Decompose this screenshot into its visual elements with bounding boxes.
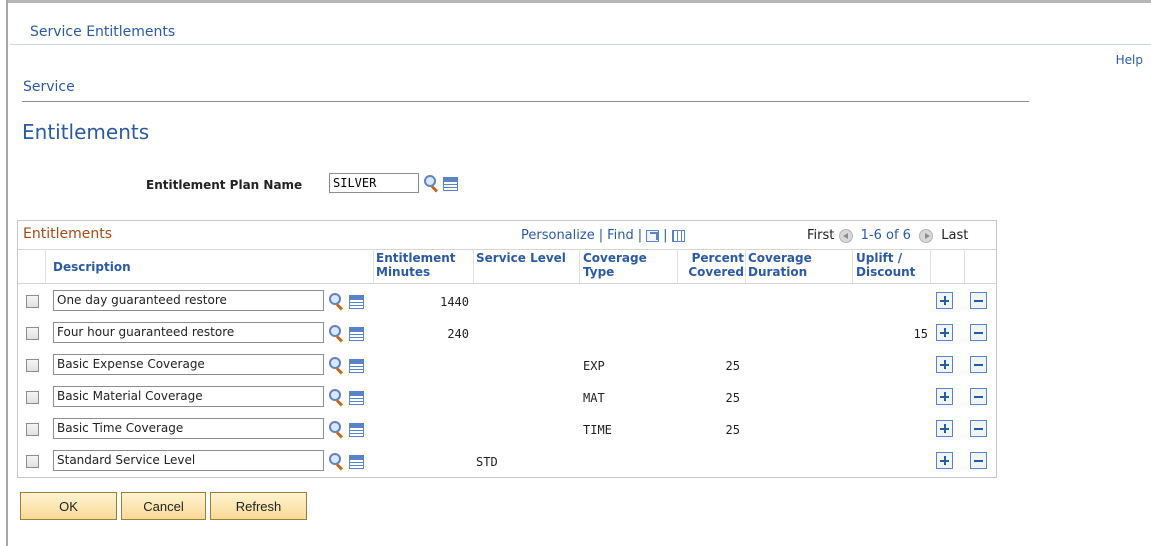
row-percent-covered: 25 bbox=[725, 391, 740, 405]
grid-column-headers: Description Entitlement Minutes Service … bbox=[18, 249, 996, 284]
col-entitlement-minutes[interactable]: Entitlement Minutes bbox=[376, 251, 472, 279]
table-row: Basic Expense Coverage EXP 25 bbox=[18, 350, 996, 382]
delete-row-button[interactable] bbox=[970, 324, 987, 341]
col-percent-covered[interactable]: Percent Covered bbox=[680, 251, 744, 279]
grid-navigation: First 1-6 of 6 Last bbox=[807, 228, 968, 243]
entitlement-plan-input[interactable] bbox=[329, 173, 419, 193]
download-grid-icon[interactable] bbox=[671, 229, 685, 242]
nav-count: 1-6 of 6 bbox=[860, 228, 911, 243]
row-minutes: 240 bbox=[447, 327, 469, 341]
grid-header: Entitlements Personalize | Find | | First 1-… bbox=[18, 221, 996, 250]
grid-toolbar: Personalize | Find | | bbox=[521, 228, 685, 243]
row-description-input[interactable]: Four hour guaranteed restore bbox=[53, 322, 324, 343]
table-row: Basic Material Coverage MAT 25 bbox=[18, 382, 996, 414]
find-link[interactable]: Find bbox=[607, 228, 634, 243]
description-calendar-icon[interactable] bbox=[349, 359, 364, 373]
description-calendar-icon[interactable] bbox=[349, 391, 364, 405]
entitlement-plan-label: Entitlement Plan Name bbox=[146, 178, 303, 192]
nav-prev-icon[interactable] bbox=[838, 228, 853, 243]
delete-row-button[interactable] bbox=[970, 388, 987, 405]
refresh-button[interactable]: Refresh bbox=[210, 492, 307, 520]
row-uplift: 15 bbox=[913, 327, 928, 341]
nav-next-icon[interactable] bbox=[919, 228, 934, 243]
row-select-checkbox[interactable] bbox=[26, 295, 39, 308]
help-link[interactable]: Help bbox=[1116, 53, 1143, 67]
table-row: Basic Time Coverage TIME 25 bbox=[18, 414, 996, 446]
plan-lookup-icon[interactable] bbox=[424, 175, 439, 193]
col-uplift-discount[interactable]: Uplift / Discount bbox=[856, 251, 928, 279]
description-calendar-icon[interactable] bbox=[349, 295, 364, 309]
row-select-checkbox[interactable] bbox=[26, 455, 39, 468]
table-row: Four hour guaranteed restore 240 15 bbox=[18, 318, 996, 350]
delete-row-button[interactable] bbox=[970, 356, 987, 373]
page-title: Entitlements bbox=[22, 120, 150, 144]
row-select-checkbox[interactable] bbox=[26, 327, 39, 340]
description-lookup-icon[interactable] bbox=[329, 421, 344, 439]
description-calendar-icon[interactable] bbox=[349, 423, 364, 437]
row-select-checkbox[interactable] bbox=[26, 423, 39, 436]
description-lookup-icon[interactable] bbox=[329, 389, 344, 407]
row-coverage-type: EXP bbox=[583, 359, 605, 373]
row-percent-covered: 25 bbox=[725, 423, 740, 437]
row-percent-covered: 25 bbox=[725, 359, 740, 373]
grid-title: Entitlements bbox=[23, 226, 112, 242]
add-row-button[interactable] bbox=[936, 356, 953, 373]
row-service-level: STD bbox=[476, 455, 498, 469]
col-coverage-type[interactable]: Coverage Type bbox=[583, 251, 667, 279]
page-header: Service Entitlements bbox=[10, 3, 1151, 45]
ok-button[interactable]: OK bbox=[20, 492, 117, 520]
description-lookup-icon[interactable] bbox=[329, 453, 344, 471]
personalize-link[interactable]: Personalize bbox=[521, 228, 595, 243]
row-description-input[interactable]: Standard Service Level bbox=[53, 450, 324, 471]
section-divider bbox=[22, 101, 1029, 102]
col-description[interactable]: Description bbox=[53, 260, 131, 274]
row-description-input[interactable]: Basic Material Coverage bbox=[53, 386, 324, 407]
add-row-button[interactable] bbox=[936, 324, 953, 341]
description-lookup-icon[interactable] bbox=[329, 293, 344, 311]
delete-row-button[interactable] bbox=[970, 292, 987, 309]
view-all-icon[interactable] bbox=[646, 229, 660, 242]
nav-first[interactable]: First bbox=[807, 228, 834, 243]
col-coverage-duration[interactable]: Coverage Duration bbox=[748, 251, 844, 279]
row-coverage-type: MAT bbox=[583, 391, 605, 405]
row-coverage-type: TIME bbox=[583, 423, 612, 437]
add-row-button[interactable] bbox=[936, 388, 953, 405]
row-select-checkbox[interactable] bbox=[26, 391, 39, 404]
window-left-border bbox=[0, 0, 8, 546]
row-description-input[interactable]: Basic Expense Coverage bbox=[53, 354, 324, 375]
description-calendar-icon[interactable] bbox=[349, 455, 364, 469]
add-row-button[interactable] bbox=[936, 452, 953, 469]
table-row: One day guaranteed restore 1440 bbox=[18, 286, 996, 318]
plan-calendar-icon[interactable] bbox=[443, 177, 458, 191]
row-description-input[interactable]: One day guaranteed restore bbox=[53, 290, 324, 311]
add-row-button[interactable] bbox=[936, 420, 953, 437]
row-select-checkbox[interactable] bbox=[26, 359, 39, 372]
description-lookup-icon[interactable] bbox=[329, 325, 344, 343]
entitlements-grid: Entitlements Personalize | Find | | First 1-… bbox=[17, 220, 997, 478]
delete-row-button[interactable] bbox=[970, 452, 987, 469]
description-calendar-icon[interactable] bbox=[349, 327, 364, 341]
delete-row-button[interactable] bbox=[970, 420, 987, 437]
cancel-button[interactable]: Cancel bbox=[121, 492, 206, 520]
table-row: Standard Service Level STD bbox=[18, 446, 996, 478]
col-service-level[interactable]: Service Level bbox=[476, 251, 566, 265]
nav-last[interactable]: Last bbox=[941, 228, 968, 243]
row-minutes: 1440 bbox=[440, 295, 469, 309]
section-label: Service bbox=[23, 79, 75, 95]
row-description-input[interactable]: Basic Time Coverage bbox=[53, 418, 324, 439]
window-title: Service Entitlements bbox=[30, 24, 176, 40]
description-lookup-icon[interactable] bbox=[329, 357, 344, 375]
add-row-button[interactable] bbox=[936, 292, 953, 309]
